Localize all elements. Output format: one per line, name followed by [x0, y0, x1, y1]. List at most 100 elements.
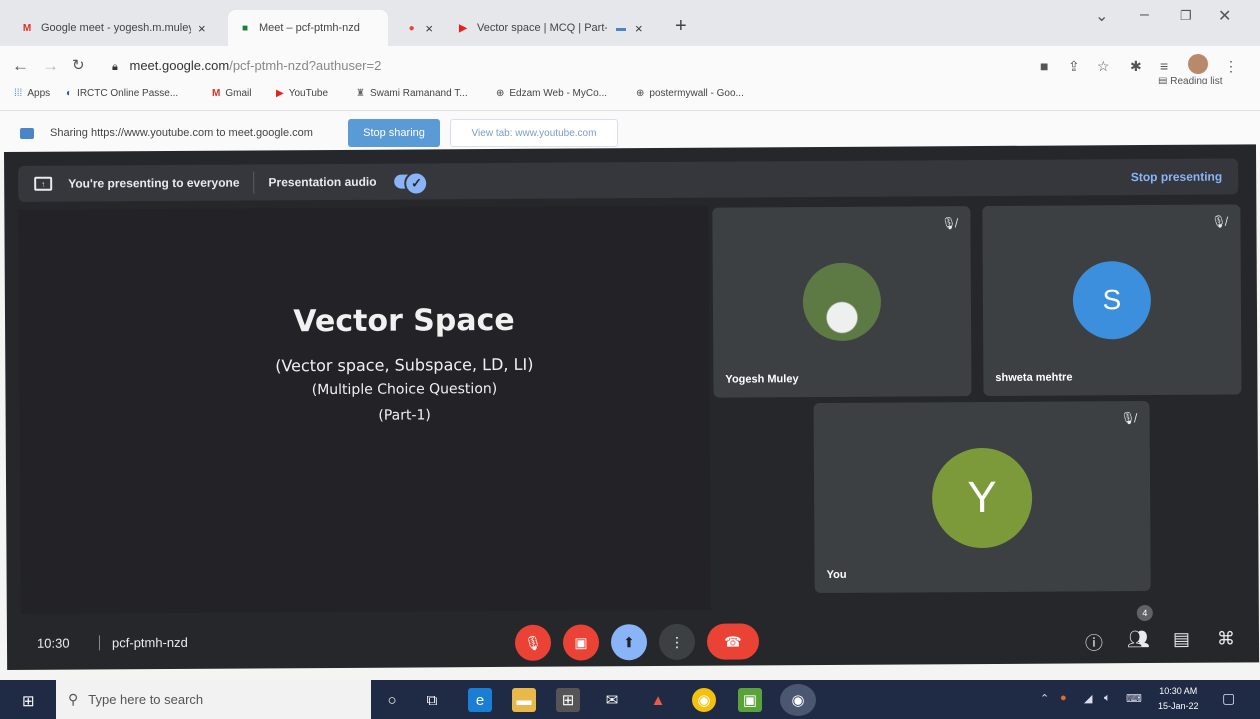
bookmark-label: postermywall - Goo...: [649, 88, 744, 99]
participant-name: shweta mehtre: [995, 371, 1073, 384]
leave-call-button[interactable]: ☎: [706, 623, 760, 660]
forward-icon[interactable]: →: [42, 56, 59, 76]
windows-start-icon[interactable]: ⊞: [22, 692, 35, 710]
participant-name: You: [826, 568, 847, 581]
tab-title: Google meet - yogesh.m.muley: [41, 22, 191, 34]
app-green-icon[interactable]: ▣: [738, 688, 762, 712]
participant-count-badge: 4: [1136, 604, 1153, 622]
presentation-slide: Vector Space (Vector space, Subspace, LD…: [18, 205, 711, 614]
bookmark-swami[interactable]: ♜ Swami Ramanand T...: [356, 88, 468, 99]
bookmark-edzam[interactable]: ⊕ Edzam Web - MyCo...: [496, 88, 607, 99]
gmail-icon: M: [212, 88, 221, 99]
chat-icon[interactable]: ▤: [1173, 629, 1190, 650]
restore-icon[interactable]: ❐: [1180, 8, 1192, 24]
bookmark-apps[interactable]: ⁞⁞⁞ Apps: [14, 88, 50, 99]
media-icon[interactable]: ≡: [1160, 58, 1168, 74]
close-icon[interactable]: ×: [198, 21, 206, 36]
more-options-button[interactable]: ⋮: [658, 623, 696, 661]
participant-tile[interactable]: 🎙︎̸ Yogesh Muley: [712, 206, 972, 398]
chrome-active-icon[interactable]: ◉: [780, 684, 816, 716]
bookmark-irctc[interactable]: ◐ IRCTC Online Passe...: [66, 88, 178, 99]
notifications-icon[interactable]: ▢: [1222, 690, 1235, 707]
youtube-icon: ▶: [459, 22, 467, 34]
file-explorer-icon[interactable]: ▬: [512, 688, 536, 712]
chrome-icon[interactable]: ◉: [692, 688, 716, 712]
stop-presenting-button[interactable]: Stop presenting: [1131, 170, 1222, 185]
present-icon: ⬆: [623, 633, 635, 650]
presenting-text: You're presenting to everyone: [68, 175, 240, 191]
reload-icon[interactable]: ↻: [72, 56, 85, 74]
windows-taskbar: ⊞ ⚲ Type here to search ○ ⧉ e ▬ ⊞ ✉ ▲ ◉ …: [0, 680, 1260, 719]
mail-icon[interactable]: ✉: [600, 688, 624, 712]
volume-icon[interactable]: 🔈︎: [1104, 692, 1111, 705]
extensions-icon[interactable]: ✱: [1130, 58, 1142, 75]
globe-icon: ⊕: [636, 88, 645, 99]
close-icon[interactable]: ×: [425, 21, 433, 36]
browser-window: M Google meet - yogesh.m.muley × ■ Meet …: [0, 0, 1260, 160]
info-icon[interactable]: ⓘ: [1085, 629, 1103, 655]
participant-tile[interactable]: 🎙︎̸ S shweta mehtre: [982, 204, 1242, 397]
task-view-icon[interactable]: ⧉: [420, 688, 444, 712]
close-window-icon[interactable]: ✕: [1218, 6, 1231, 26]
url-path: /pcf-ptmh-nzd?authuser=2: [229, 58, 382, 73]
minimize-icon[interactable]: –: [1140, 6, 1149, 24]
divider: [253, 171, 255, 194]
tray-chevron-icon[interactable]: ⌃: [1040, 692, 1049, 705]
camera-toggle-button[interactable]: ▣: [562, 624, 600, 661]
tab-gmail[interactable]: M Google meet - yogesh.m.muley ×: [10, 10, 225, 46]
ashram-icon: ♜: [356, 88, 365, 99]
bookmark-label: Apps: [27, 88, 51, 99]
sharing-message: Sharing https://www.youtube.com to meet.…: [50, 127, 313, 139]
meet-icon: ■: [241, 22, 249, 34]
network-icon[interactable]: ◢: [1084, 692, 1092, 705]
bookmark-label: Swami Ramanand T...: [369, 88, 468, 99]
tab-recording[interactable]: ● ×: [395, 10, 443, 46]
tab-youtube[interactable]: ▶ Vector space | MCQ | Part-I ▬ ×: [446, 10, 666, 46]
present-button[interactable]: ⬆: [610, 624, 648, 661]
bookmark-youtube[interactable]: ▶ YouTube: [276, 88, 328, 99]
camera-icon[interactable]: ■: [1040, 58, 1048, 74]
app-icon[interactable]: ▲: [646, 688, 670, 712]
stop-sharing-button[interactable]: Stop sharing: [348, 119, 440, 147]
view-tab-button[interactable]: View tab: www.youtube.com: [450, 119, 618, 147]
tab-meet[interactable]: ■ Meet – pcf-ptmh-nzd: [228, 10, 388, 46]
search-icon: ⚲: [68, 691, 79, 707]
presentation-audio-toggle[interactable]: [394, 174, 425, 189]
menu-icon[interactable]: ⋮: [1224, 58, 1238, 75]
edge-icon[interactable]: e: [468, 688, 492, 712]
avatar: Y: [931, 447, 1033, 549]
share-icon[interactable]: ⇪: [1068, 58, 1080, 75]
slide-line: (Part-1): [378, 407, 431, 424]
back-icon[interactable]: ←: [12, 56, 29, 76]
avatar: S: [1072, 260, 1152, 340]
address-bar[interactable]: 🔒︎ meet.google.com/pcf-ptmh-nzd?authuser…: [112, 58, 381, 74]
mic-off-icon: 🎙︎̸: [941, 216, 957, 231]
keyboard-icon[interactable]: ⌨: [1126, 692, 1142, 705]
tab-search-icon[interactable]: ⌄: [1095, 6, 1108, 26]
presentation-audio-label: Presentation audio: [268, 174, 377, 190]
new-tab-button[interactable]: +: [675, 15, 687, 38]
presenting-bar: ↑ You're presenting to everyone Presenta…: [18, 158, 1239, 202]
close-icon[interactable]: ×: [635, 21, 643, 36]
store-icon[interactable]: ⊞: [556, 688, 580, 712]
cortana-icon[interactable]: ○: [380, 688, 404, 712]
slide-line: (Multiple Choice Question): [311, 380, 498, 399]
camera-off-icon: ▣: [574, 633, 588, 651]
people-icon[interactable]: 👥︎: [1127, 629, 1150, 650]
mic-toggle-button[interactable]: 🎙︎: [514, 624, 552, 661]
mic-off-icon: 🎙︎: [524, 634, 542, 651]
presenting-icon: ▬: [616, 22, 626, 34]
taskbar-clock[interactable]: 10:30 AM 15-Jan-22: [1158, 684, 1199, 714]
star-icon[interactable]: ☆: [1097, 58, 1110, 75]
tray-app-icon[interactable]: ●: [1060, 692, 1067, 704]
mic-off-icon: 🎙︎̸: [1120, 411, 1136, 426]
present-icon: ↑: [34, 176, 53, 191]
taskbar-search[interactable]: ⚲ Type here to search: [56, 680, 371, 719]
bookmark-postermywall[interactable]: ⊕ postermywall - Goo...: [636, 88, 744, 99]
meeting-controls-bar: 10:30 pcf-ptmh-nzd 🎙︎ ▣ ⬆ ⋮ ☎ ⓘ 4 👥︎ ▤ ⌘: [7, 604, 1259, 670]
activities-icon[interactable]: ⌘: [1217, 628, 1235, 649]
participant-tile-self[interactable]: 🎙︎̸ Y You: [813, 401, 1151, 594]
profile-avatar[interactable]: [1188, 54, 1208, 74]
screen-share-icon: [20, 128, 34, 139]
bookmark-gmail[interactable]: M Gmail: [212, 88, 251, 99]
